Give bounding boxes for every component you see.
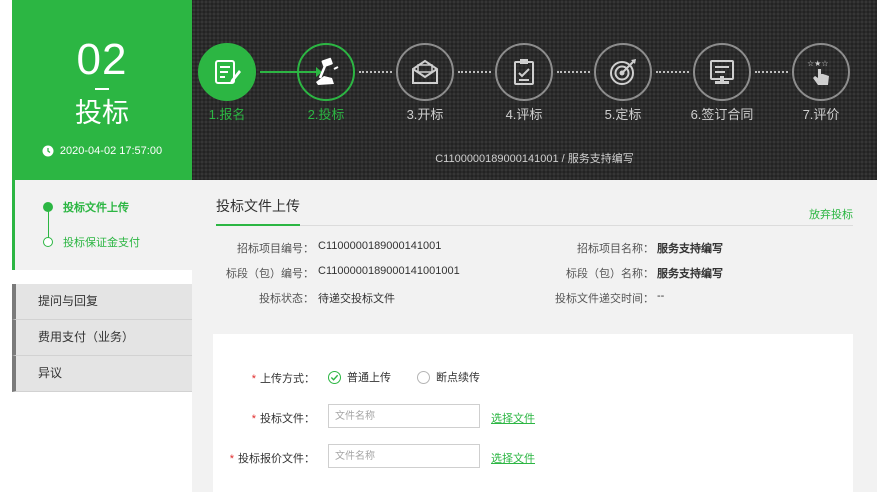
bid-file-input[interactable] [328,404,480,428]
required-mark: * [251,373,256,385]
target-icon [610,59,636,85]
step-label: 1.报名 [208,107,246,122]
step-connector [359,71,392,73]
bid-hammer-icon [316,57,339,85]
abandon-bid-link[interactable]: 放弃投标 [809,206,853,222]
required-mark: * [251,413,256,425]
step-connector [755,71,788,73]
process-steps: 1.报名 2.投标 3.开标 4.评标 5.定标 6.签订合同 ☆★☆ 7.评价… [192,0,877,180]
stage-datetime: 2020-04-02 17:57:00 [12,145,192,157]
clock-icon [42,145,54,157]
substep-label: 投标保证金支付 [63,237,140,249]
step-circle [198,43,256,101]
step-label: 5.定标 [604,107,642,122]
step-label: 3.开标 [406,107,444,122]
section-name-value: 服务支持编写 [657,268,723,280]
step-circle: ☆★☆ [792,43,850,101]
substep-pay-deposit[interactable]: 投标保证金支付 [43,234,140,250]
stage-banner: 02 投标 2020-04-02 17:57:00 1.报名 2.投标 3.开标… [0,0,877,180]
step-evaluate[interactable]: 4.评标 [489,43,559,123]
check-icon [330,374,339,381]
substep-dot-icon [43,237,53,247]
project-no-label: 招标项目编号： [237,243,314,255]
menu-item-objection[interactable]: 异议 [12,356,192,392]
substep-label: 投标文件上传 [63,202,129,214]
step-rating[interactable]: ☆★☆ 7.评价 [786,43,856,123]
stage-divider [95,88,109,90]
stage-number: 02 [76,35,128,84]
step-open[interactable]: 3.开标 [390,43,460,123]
bid-page: 02 投标 2020-04-02 17:57:00 1.报名 2.投标 3.开标… [0,0,877,492]
step-circle [297,43,355,101]
radio-unchecked-icon [417,370,430,384]
step-connector [458,71,491,73]
radio-normal-upload[interactable]: 普通上传 [328,369,391,385]
step-circle [495,43,553,101]
stage-substeps: 投标文件上传 投标保证金支付 [12,180,192,270]
svg-text:☆★☆: ☆★☆ [807,59,829,68]
substep-upload-bid-file[interactable]: 投标文件上传 [43,199,129,215]
step-circle [396,43,454,101]
step-award[interactable]: 5.定标 [588,43,658,123]
radio-label: 普通上传 [347,372,391,384]
side-menu: 提问与回复 费用支付（业务） 异议 [12,284,192,392]
project-name-label: 招标项目名称： [577,243,654,255]
page-title: 投标文件上传 [216,196,300,226]
step-bid[interactable]: 2.投标 [291,43,361,123]
project-no-value: C1100000189000141001 [318,240,442,252]
project-name-value: 服务支持编写 [657,243,723,255]
radio-checked-icon [328,370,341,384]
step-circle [693,43,751,101]
substep-dot-icon [43,202,53,212]
section-no-value: C1100000189000141001001 [318,265,460,277]
evaluate-clipboard-icon [514,59,534,85]
step-connector [557,71,590,73]
step-label: 4.评标 [505,107,543,122]
required-mark: * [229,453,234,465]
bid-file-label: * 投标文件： [251,413,315,425]
stage-datetime-text: 2020-04-02 17:57:00 [59,145,163,157]
step-circle [594,43,652,101]
step-signup[interactable]: 1.报名 [192,43,262,123]
menu-item-qa[interactable]: 提问与回复 [12,284,192,320]
step-contract[interactable]: 6.签订合同 [687,43,757,123]
contract-sign-icon [710,60,734,84]
section-name-label: 标段（包）名称： [566,268,654,280]
main-content: 投标文件上传 放弃投标 招标项目编号： C1100000189000141001… [192,180,877,492]
choose-bid-file-link[interactable]: 选择文件 [491,410,535,426]
upload-form: * 上传方式： 普通上传 断点续传 * 投标文件： 文件名称 选择文件 * 投标… [213,334,853,492]
step-label: 2.投标 [307,107,345,122]
radio-resume-upload[interactable]: 断点续传 [417,369,480,385]
step-label: 7.评价 [802,107,840,122]
section-no-label: 标段（包）编号： [226,268,314,280]
bid-status-label: 投标状态： [259,293,314,305]
step-label: 6.签订合同 [690,107,754,122]
signup-form-icon [215,60,241,84]
bid-status-value: 待递交投标文件 [318,293,395,305]
section-header: 投标文件上传 放弃投标 [216,196,853,226]
menu-item-fee-payment[interactable]: 费用支付（业务） [12,320,192,356]
project-breadcrumb: C1100000189000141001 / 服务支持编写 [435,153,634,165]
choose-quote-file-link[interactable]: 选择文件 [491,450,535,466]
upload-mode-label: * 上传方式： [251,373,315,385]
quote-file-label: * 投标报价文件： [229,453,315,465]
radio-label: 断点续传 [436,372,480,384]
submit-time-value: -- [657,290,665,302]
step-connector [656,71,689,73]
submit-time-label: 投标文件递交时间： [555,293,654,305]
rating-stars-icon: ☆★☆ [807,59,829,85]
stage-name: 投标 [75,98,129,128]
current-stage-panel: 02 投标 2020-04-02 17:57:00 [12,0,192,180]
open-envelope-icon [412,59,438,84]
quote-file-input[interactable] [328,444,480,468]
